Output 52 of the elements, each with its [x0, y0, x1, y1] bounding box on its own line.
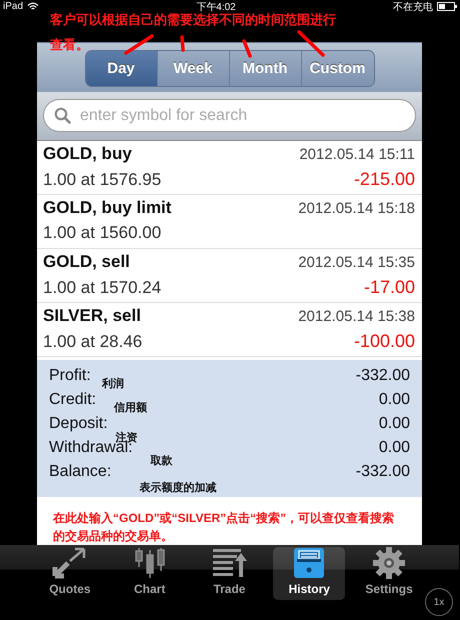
summary-label: Credit:: [49, 391, 96, 409]
order-symbol: SILVER, sell: [43, 306, 141, 326]
search-field[interactable]: enter symbol for search: [43, 99, 416, 132]
device-name: iPad: [3, 1, 24, 12]
annotation-text: 在此处输入“GOLD”或“SILVER”点击“搜索”，可以查仅查看搜索的交易品种的交易单。: [53, 510, 396, 545]
tab-button[interactable]: Trade: [193, 547, 266, 600]
wifi-icon: [27, 2, 40, 11]
tab-button[interactable]: Chart: [114, 547, 186, 600]
order-detail: 1.00 at 1560.00: [43, 223, 162, 243]
annotation-note: 表示额度的加减: [139, 480, 216, 495]
summary-value: 0.00: [378, 415, 410, 433]
tab-button[interactable]: History: [273, 547, 346, 600]
battery-icon: [436, 2, 457, 11]
annotation-text: 客户可以根据自己的需要选择不同的时间范围进行: [50, 12, 336, 28]
summary-label: Deposit:: [49, 415, 108, 433]
order-time: 2012.05.14 15:11: [299, 146, 415, 163]
order-row[interactable]: GOLD, sell 2012.05.14 15:35 1.00 at 1570.24 -17.00: [37, 249, 422, 303]
order-profit: -100.00: [354, 331, 415, 352]
battery-text: 不在充电: [392, 0, 433, 14]
settings-icon: [373, 547, 406, 579]
order-symbol: GOLD, buy limit: [43, 198, 172, 218]
summary-label: Balance:: [49, 463, 112, 481]
order-time: 2012.05.14 15:18: [298, 200, 415, 217]
order-detail: 1.00 at 1576.95: [43, 170, 162, 190]
annotation-note: 信用额: [114, 400, 148, 415]
summary-value: 0.00: [378, 391, 410, 409]
order-symbol: GOLD, sell: [43, 252, 130, 272]
tab-button[interactable]: Settings: [353, 547, 426, 600]
status-time: 下午4:02: [196, 0, 236, 13]
period-tab[interactable]: Day: [86, 51, 158, 86]
order-time: 2012.05.14 15:38: [298, 308, 415, 325]
order-detail: 1.00 at 1570.24: [43, 278, 162, 298]
order-row[interactable]: GOLD, buy 2012.05.14 15:11 1.00 at 1576.95 -215.00: [37, 141, 422, 195]
order-row[interactable]: SILVER, sell 2012.05.14 15:38 1.00 at 28.46 -100.00: [37, 303, 422, 357]
summary-value: -332.00: [356, 367, 410, 385]
summary-value: -332.00: [356, 463, 410, 481]
order-time: 2012.05.14 15:35: [298, 254, 415, 271]
diagonal-arrows-icon: [52, 547, 88, 579]
order-detail: 1.00 at 28.46: [43, 332, 142, 352]
annotation-note: 利润: [102, 376, 124, 391]
order-profit: -215.00: [354, 169, 415, 190]
search-icon: [54, 107, 71, 124]
zoom-button[interactable]: 1x: [425, 588, 453, 616]
summary-value: 0.00: [378, 439, 410, 457]
list-up-arrow-icon: [211, 547, 248, 579]
tab-button[interactable]: Quotes: [34, 547, 106, 600]
annotation-note: 取款: [150, 454, 173, 468]
order-row[interactable]: GOLD, buy limit 2012.05.14 15:18 1.00 at 1560.00: [37, 195, 422, 249]
summary-label: Profit:: [49, 367, 91, 385]
order-profit: -17.00: [364, 277, 415, 298]
order-symbol: GOLD, buy: [43, 144, 132, 164]
file-drawer-icon: [293, 547, 326, 579]
